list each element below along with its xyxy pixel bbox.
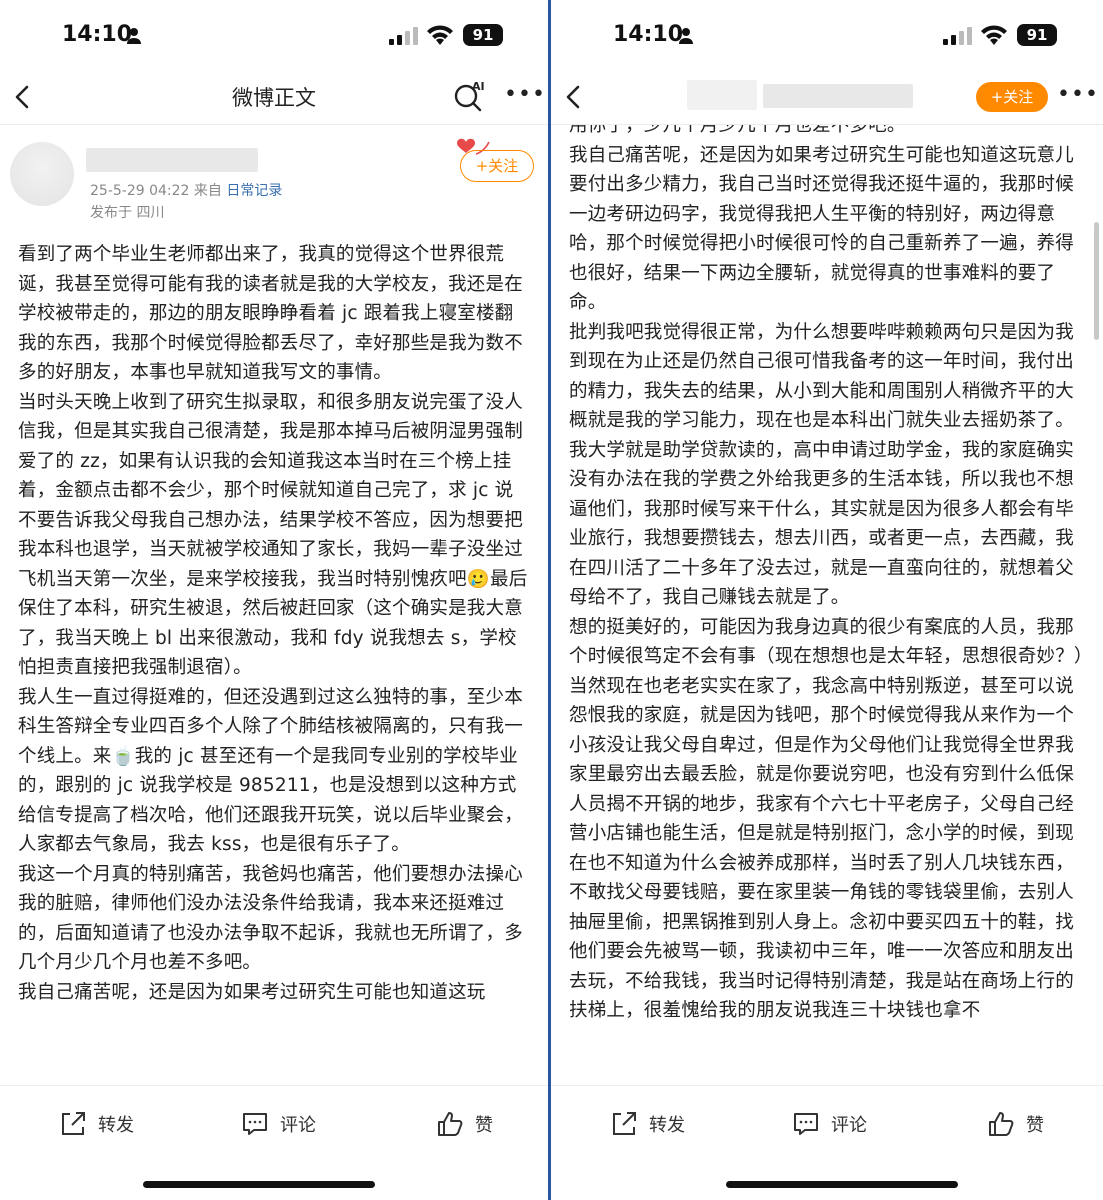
share-button[interactable]: 转发 (58, 1106, 134, 1142)
svg-text:AI: AI (472, 80, 485, 93)
post-header: 25-5-29 04:22 来自 日常记录 发布于 四川 +关注 (0, 124, 548, 234)
thumbs-up-icon (438, 1112, 463, 1136)
paragraph: 我大学就是助学贷款读的，高中申请过助学金，我的家庭确实没有办法在我的学费之外给我… (569, 439, 1074, 609)
scrollbar[interactable] (1094, 222, 1099, 340)
post-date: 25-5-29 04:22 (90, 183, 190, 199)
comment-button[interactable]: 评论 (791, 1106, 867, 1142)
paragraph: 我自己痛苦呢，还是因为如果考过研究生可能也知道这玩意儿要付出多少精力，我自己当时… (569, 144, 1074, 314)
signal-icon (943, 27, 972, 45)
battery-indicator: 91 (1017, 24, 1057, 46)
avatar[interactable] (10, 142, 74, 206)
avatar-redacted[interactable] (687, 80, 757, 110)
wifi-icon (981, 25, 1007, 45)
status-bar: 14:10 91 (551, 0, 1103, 70)
post-body: 看到了两个毕业生老师都出来了，我真的觉得这个世界很荒诞，我甚至觉得可能有我的读者… (18, 240, 532, 1007)
follow-button[interactable]: +关注 (976, 82, 1048, 112)
like-label: 赞 (1026, 1115, 1044, 1136)
signal-icon (389, 27, 418, 45)
share-label: 转发 (98, 1115, 134, 1136)
home-indicator (143, 1181, 375, 1188)
follow-button[interactable]: +关注 (460, 150, 534, 182)
status-bar: 14:10 91 (0, 0, 548, 70)
like-button[interactable]: 赞 (435, 1106, 493, 1142)
share-icon (62, 1112, 85, 1135)
status-time: 14:10 (613, 22, 684, 47)
person-icon (127, 28, 141, 44)
paragraph: 用你了，少几个月少几个月也差不多吧。 (569, 125, 906, 136)
paragraph: 我这一个月真的特别痛苦，我爸妈也痛苦，他们要想办法操心我的脏赔，律师他们没办法没… (18, 863, 523, 974)
right-screenshot: 14:10 91 +关注 ••• 用你了，少几个月少几个月也差不多吧。 我自己痛… (551, 0, 1103, 1200)
status-time: 14:10 (62, 22, 133, 47)
share-icon (613, 1112, 636, 1135)
post-body: 用你了，少几个月少几个月也差不多吧。 我自己痛苦呢，还是因为如果考过研究生可能也… (569, 125, 1087, 1026)
paragraph: 批判我吧我觉得很正常，为什么想要哔哔赖赖两句只是因为我到现在为止还是仍然自己很可… (569, 321, 1074, 432)
wifi-icon (427, 25, 453, 45)
more-icon[interactable]: ••• (1057, 82, 1098, 108)
person-icon (679, 28, 693, 44)
paragraph: 当时头天晚上收到了研究生拟录取，和很多朋友说完蛋了没人信我，但是其实我自己很清楚… (18, 391, 528, 679)
back-icon[interactable] (561, 84, 587, 110)
username-redacted[interactable] (763, 84, 913, 108)
post-via: 来自 (193, 183, 222, 199)
comment-button[interactable]: 评论 (240, 1106, 316, 1142)
battery-indicator: 91 (463, 24, 503, 46)
comment-icon (794, 1113, 818, 1135)
comment-label: 评论 (831, 1115, 867, 1136)
username-redacted[interactable] (86, 148, 258, 172)
post-meta: 25-5-29 04:22 来自 日常记录 (90, 180, 282, 200)
left-screenshot: 14:10 91 微博正文 AI ••• 25-5-29 04:22 来自 日常… (0, 0, 548, 1200)
scroll-area[interactable]: 用你了，少几个月少几个月也差不多吧。 我自己痛苦呢，还是因为如果考过研究生可能也… (551, 125, 1103, 1085)
more-icon[interactable]: ••• (504, 82, 545, 108)
home-indicator (726, 1181, 958, 1188)
post-location: 发布于 四川 (90, 205, 165, 221)
paragraph: 看到了两个毕业生老师都出来了，我真的觉得这个世界很荒诞，我甚至觉得可能有我的读者… (18, 244, 523, 383)
nav-bar: 微博正文 AI ••• (0, 70, 548, 125)
comment-icon (243, 1113, 267, 1135)
nav-bar: +关注 ••• (551, 70, 1103, 125)
like-button[interactable]: 赞 (986, 1106, 1044, 1142)
thumbs-up-icon (989, 1112, 1014, 1136)
comment-label: 评论 (280, 1115, 316, 1136)
share-label: 转发 (649, 1115, 685, 1136)
share-button[interactable]: 转发 (609, 1106, 685, 1142)
paragraph: 我自己痛苦呢，还是因为如果考过研究生可能也知道这玩 (18, 981, 486, 1003)
like-label: 赞 (475, 1115, 493, 1136)
paragraph: 我人生一直过得挺难的，但还没遇到过这么独特的事，至少本科生答辩全专业四百多个人除… (18, 686, 523, 856)
paragraph: 想的挺美好的，可能因为我身边真的很少有案底的人员，我那个时候很笃定不会有事（现在… (569, 616, 1084, 1022)
post-source[interactable]: 日常记录 (226, 183, 282, 199)
ai-search-icon[interactable]: AI (452, 78, 486, 112)
